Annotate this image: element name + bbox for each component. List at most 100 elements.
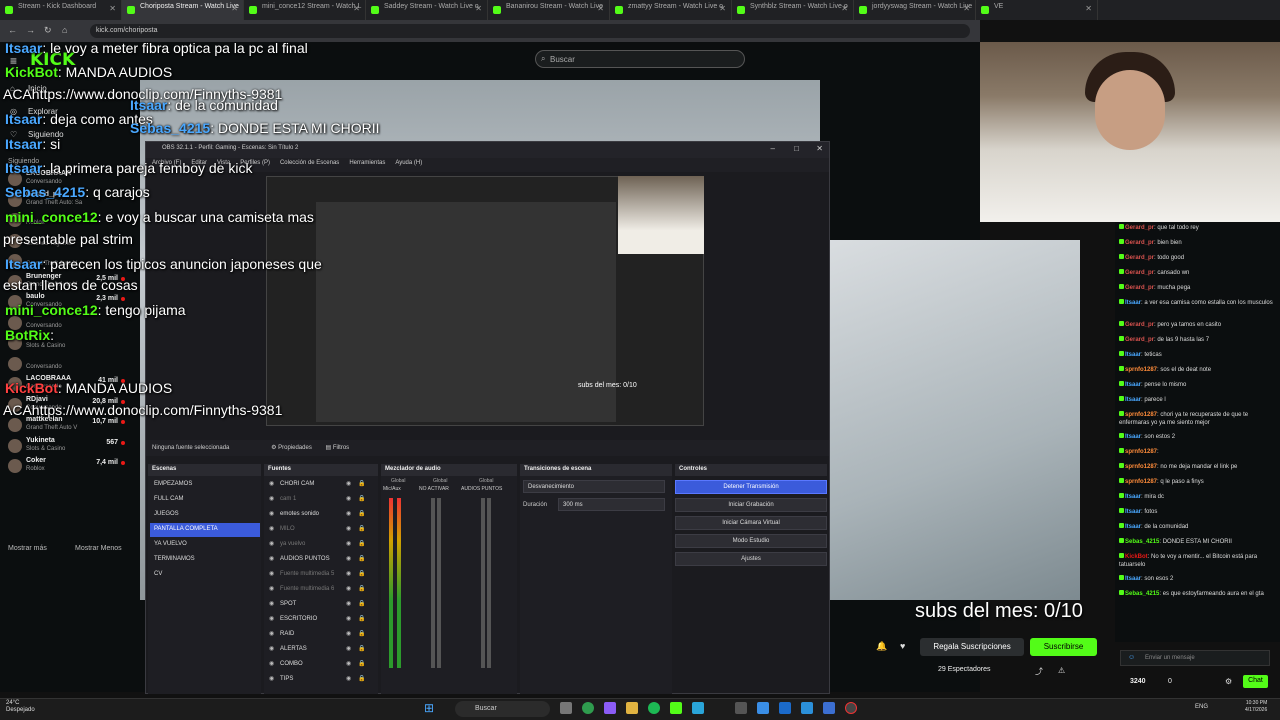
source-item[interactable]: ◉ CHORI CAM ◉ 🔒 xyxy=(266,478,366,492)
source-item[interactable]: ◉ ALERTAS ◉ 🔒 xyxy=(266,643,366,657)
eye-icon[interactable]: ◉ xyxy=(346,675,351,682)
scene-item[interactable]: CV xyxy=(150,568,260,582)
app-icon[interactable] xyxy=(801,702,813,714)
url-field[interactable]: kick.com/choriposta xyxy=(90,24,970,38)
transition-select[interactable]: Desvanecimiento xyxy=(523,480,665,493)
source-item[interactable]: ◉ AUDIOS PUNTOS ◉ 🔒 xyxy=(266,553,366,567)
taskview-icon[interactable] xyxy=(560,702,572,714)
source-item[interactable]: ◉ Fuente multimedia 6 ◉ 🔒 xyxy=(266,583,366,597)
scene-item[interactable]: YA VUELVO xyxy=(150,538,260,552)
eye-icon[interactable]: ◉ xyxy=(346,585,351,592)
share-icon[interactable]: ⤴ xyxy=(1035,666,1043,677)
browser-tab[interactable]: Choriposta Stream - Watch Live ✕ xyxy=(122,0,244,20)
close-icon[interactable]: ✕ xyxy=(597,4,604,13)
source-item[interactable]: ◉ ESCRITORIO ◉ 🔒 xyxy=(266,613,366,627)
scene-item[interactable]: TERMINAMOS xyxy=(150,553,260,567)
obs-app-icon[interactable] xyxy=(845,702,857,714)
source-item[interactable]: ◉ SPOT ◉ 🔒 xyxy=(266,598,366,612)
source-item[interactable]: ◉ COMBO ◉ 🔒 xyxy=(266,658,366,672)
app-icon[interactable] xyxy=(757,702,769,714)
control-button[interactable]: Iniciar Cámara Virtual xyxy=(675,516,827,530)
back-icon[interactable]: ← xyxy=(8,25,17,35)
app-icon[interactable] xyxy=(735,702,747,714)
browser-tab[interactable]: zmattyy Stream - Watch Live o ✕ xyxy=(610,0,732,20)
clock[interactable]: 10:30 PM 4/17/2026 xyxy=(1245,700,1267,714)
sidebar-item-followed-channel[interactable]: Yukineta Slots & Casino 567 xyxy=(0,437,130,457)
scene-item[interactable]: JUEGOS xyxy=(150,508,260,522)
settings-icon[interactable]: ⚙ xyxy=(1225,677,1232,686)
gift-subs-button[interactable]: Regala Suscripciones xyxy=(920,638,1024,656)
eye-icon[interactable]: ◉ xyxy=(346,570,351,577)
lock-icon[interactable]: 🔒 xyxy=(358,570,365,577)
close-icon[interactable]: ✕ xyxy=(353,4,360,13)
browser-tab[interactable]: Stream - Kick Dashboard ✕ xyxy=(0,0,122,20)
kick-app-icon[interactable] xyxy=(670,702,682,714)
close-icon[interactable]: ✕ xyxy=(841,4,848,13)
source-item[interactable]: ◉ ya vuelvo ◉ 🔒 xyxy=(266,538,366,552)
scene-item[interactable]: FULL CAM xyxy=(150,493,260,507)
filters-button[interactable]: Filtros xyxy=(333,445,349,451)
control-button[interactable]: Iniciar Grabación xyxy=(675,498,827,512)
forward-icon[interactable]: → xyxy=(26,25,35,35)
eye-icon[interactable]: ◉ xyxy=(346,510,351,517)
close-icon[interactable]: ✕ xyxy=(963,4,970,13)
folder-icon[interactable] xyxy=(626,702,638,714)
chrome-icon[interactable] xyxy=(582,702,594,714)
lock-icon[interactable]: 🔒 xyxy=(358,675,365,682)
source-item[interactable]: ◉ emotes sonido ◉ 🔒 xyxy=(266,508,366,522)
browser-tab[interactable]: VE ✕ xyxy=(976,0,1098,20)
close-icon[interactable]: ✕ xyxy=(109,4,116,13)
scene-item[interactable]: PANTALLA COMPLETA xyxy=(150,523,260,537)
obs-menu-item[interactable]: Colección de Escenas xyxy=(280,160,339,166)
eye-icon[interactable]: ◉ xyxy=(346,525,351,532)
chat-input[interactable]: Enviar un mensaje xyxy=(1120,650,1270,666)
sidebar-item-followed-channel[interactable]: Conversando xyxy=(0,355,130,375)
close-icon[interactable]: ✕ xyxy=(1085,4,1092,13)
eye-icon[interactable]: ◉ xyxy=(346,660,351,667)
eye-icon[interactable]: ◉ xyxy=(346,600,351,607)
lock-icon[interactable]: 🔒 xyxy=(358,600,365,607)
source-item[interactable]: ◉ cam 1 ◉ 🔒 xyxy=(266,493,366,507)
minimize-icon[interactable]: – xyxy=(771,144,775,153)
subscribe-button[interactable]: Suscribirse xyxy=(1030,638,1097,656)
taskbar-search[interactable]: Buscar xyxy=(455,701,550,717)
eye-icon[interactable]: ◉ xyxy=(346,540,351,547)
weather-widget[interactable]: 24°C Despejado xyxy=(6,700,35,714)
lock-icon[interactable]: 🔒 xyxy=(358,540,365,547)
lock-icon[interactable]: 🔒 xyxy=(358,615,365,622)
lock-icon[interactable]: 🔒 xyxy=(358,585,365,592)
search-input[interactable]: ⌕ Buscar xyxy=(535,50,745,68)
obs-menu-item[interactable]: Ayuda (H) xyxy=(395,160,422,166)
lock-icon[interactable]: 🔒 xyxy=(358,510,365,517)
close-icon[interactable]: ✕ xyxy=(816,144,823,153)
edge-icon[interactable] xyxy=(692,702,704,714)
spotify-icon[interactable] xyxy=(648,702,660,714)
lock-icon[interactable]: 🔒 xyxy=(358,645,365,652)
lock-icon[interactable]: 🔒 xyxy=(358,660,365,667)
eye-icon[interactable]: ◉ xyxy=(346,615,351,622)
language-indicator[interactable]: ENG xyxy=(1195,704,1208,710)
sidebar-item-followed-channel[interactable]: Coker Roblox 7,4 mil xyxy=(0,457,130,477)
browser-tab[interactable]: Synthblz Stream - Watch Live o ✕ xyxy=(732,0,854,20)
chat-send-button[interactable]: Chat xyxy=(1243,675,1268,688)
eye-icon[interactable]: ◉ xyxy=(346,645,351,652)
lock-icon[interactable]: 🔒 xyxy=(358,555,365,562)
close-icon[interactable]: ✕ xyxy=(231,4,238,13)
reload-icon[interactable]: ↻ xyxy=(44,25,52,36)
app-icon[interactable] xyxy=(779,702,791,714)
report-icon[interactable]: ⚠ xyxy=(1058,666,1065,675)
home-icon[interactable]: ⌂ xyxy=(62,25,67,35)
windows-start-icon[interactable]: ⊞ xyxy=(424,701,434,715)
scene-item[interactable]: EMPEZAMOS xyxy=(150,478,260,492)
lock-icon[interactable]: 🔒 xyxy=(358,495,365,502)
heart-icon[interactable]: ♥ xyxy=(900,641,905,651)
control-button[interactable]: Modo Estudio xyxy=(675,534,827,548)
bell-icon[interactable]: 🔔 xyxy=(876,641,887,652)
properties-button[interactable]: Propiedades xyxy=(278,445,312,451)
close-icon[interactable]: ✕ xyxy=(475,4,482,13)
browser-tab[interactable]: jordyyswag Stream - Watch Live ✕ xyxy=(854,0,976,20)
control-button[interactable]: Detener Transmisión xyxy=(675,480,827,494)
duration-field[interactable]: 300 ms xyxy=(558,498,665,511)
eye-icon[interactable]: ◉ xyxy=(346,555,351,562)
source-item[interactable]: ◉ TIPS ◉ 🔒 xyxy=(266,673,366,687)
